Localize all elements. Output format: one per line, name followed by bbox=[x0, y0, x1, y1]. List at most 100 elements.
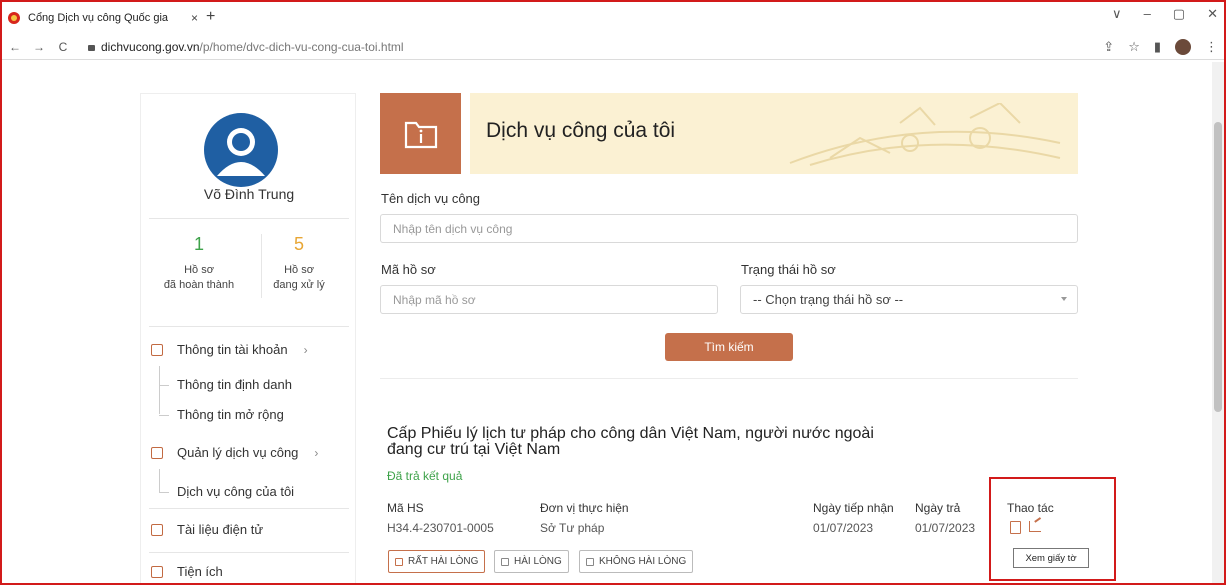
highlight-box bbox=[989, 477, 1116, 581]
stat-processing-label-1: Hồ sơ bbox=[284, 264, 314, 276]
service-name-label: Tên dịch vụ công bbox=[381, 191, 481, 206]
user-avatar-icon bbox=[204, 113, 278, 187]
col-header-returned: Ngày trả bbox=[915, 501, 961, 515]
sidepanel-icon[interactable]: ▮ bbox=[1154, 39, 1161, 55]
lock-icon bbox=[88, 44, 95, 51]
rating-satisfied-label: HÀI LÒNG bbox=[514, 556, 562, 567]
menu-account[interactable]: Thông tin tài khoản › bbox=[151, 342, 308, 357]
rating-unsatisfied-button[interactable]: KHÔNG HÀI LÒNG bbox=[579, 550, 694, 573]
divider bbox=[149, 218, 349, 219]
menu-documents-label: Tài liệu điện tử bbox=[177, 522, 264, 537]
bronze-drum-decoration-icon bbox=[789, 103, 1061, 166]
menu-services-label: Quản lý dịch vụ công bbox=[177, 445, 299, 460]
star-icon[interactable]: ☆ bbox=[1128, 39, 1140, 55]
user-name: Võ Đình Trung bbox=[203, 186, 295, 202]
thumbs-up-icon bbox=[501, 557, 509, 566]
toolbar-icons: ⇪ ☆ ▮ ⋮ bbox=[1103, 39, 1218, 55]
case-code-label: Mã hồ sơ bbox=[381, 262, 436, 277]
divider bbox=[380, 378, 1078, 379]
tab-search-icon[interactable]: ∨ bbox=[1112, 6, 1122, 22]
banner: Dịch vụ công của tôi bbox=[470, 93, 1078, 174]
thumbs-up-icon bbox=[395, 557, 403, 566]
case-received-value: 01/07/2023 bbox=[813, 521, 874, 535]
url-host: dichvucong.gov.vn bbox=[101, 39, 200, 54]
banner-icon-box bbox=[380, 93, 461, 174]
reload-icon[interactable]: C bbox=[54, 40, 72, 54]
stat-completed-label: Hồ sơ đã hoàn thành bbox=[149, 263, 249, 293]
chevron-right-icon: › bbox=[303, 342, 308, 357]
browser-tab[interactable]: Cổng Dịch vụ công Quốc gia × bbox=[8, 6, 198, 30]
case-unit-value: Sở Tư pháp bbox=[540, 521, 605, 535]
address-bar: ← → C dichvucong.gov.vn/p/home/dvc-dich-… bbox=[0, 34, 1226, 60]
menu-account-label: Thông tin tài khoản bbox=[177, 342, 288, 357]
tab-title: Cổng Dịch vụ công Quốc gia bbox=[28, 12, 169, 24]
status-label: Trạng thái hồ sơ bbox=[741, 262, 836, 277]
menu-utilities[interactable]: Tiện ích bbox=[151, 564, 223, 579]
thumbs-down-icon bbox=[586, 557, 594, 566]
rating-unsatisfied-label: KHÔNG HÀI LÒNG bbox=[599, 556, 687, 567]
case-returned-value: 01/07/2023 bbox=[915, 521, 976, 535]
status-select[interactable]: -- Chọn trạng thái hồ sơ -- bbox=[740, 285, 1078, 314]
case-status: Đã trả kết quả bbox=[387, 469, 463, 483]
page-title: Dịch vụ công của tôi bbox=[486, 119, 676, 142]
tree-dash bbox=[159, 385, 169, 386]
rating-satisfied-button[interactable]: HÀI LÒNG bbox=[494, 550, 569, 573]
stat-completed-label-1: Hồ sơ bbox=[184, 264, 214, 276]
stat-completed-value: 1 bbox=[193, 234, 204, 254]
url-field[interactable]: dichvucong.gov.vn/p/home/dvc-dich-vu-con… bbox=[88, 40, 404, 54]
stat-processing-value: 5 bbox=[293, 234, 304, 254]
case-code-value: H34.4-230701-0005 bbox=[387, 521, 494, 535]
stat-completed-label-2: đã hoàn thành bbox=[163, 279, 235, 291]
stat-processing-label: Hồ sơ đang xử lý bbox=[249, 263, 349, 293]
col-header-unit: Đơn vị thực hiện bbox=[540, 501, 629, 515]
stat-processing[interactable]: 5 Hồ sơ đang xử lý bbox=[249, 234, 349, 293]
utilities-icon bbox=[151, 565, 163, 578]
back-icon[interactable]: ← bbox=[6, 40, 24, 54]
search-button[interactable]: Tìm kiếm bbox=[665, 333, 793, 361]
tree-dash bbox=[159, 492, 169, 493]
url-path: /p/home/dvc-dich-vu-cong-cua-toi.html bbox=[199, 39, 404, 54]
menu-kebab-icon[interactable]: ⋮ bbox=[1205, 39, 1218, 55]
case-title[interactable]: Cấp Phiếu lý lịch tư pháp cho công dân V… bbox=[387, 426, 887, 458]
rating-very-satisfied-button[interactable]: RẤT HÀI LÒNG bbox=[388, 550, 486, 573]
stat-completed[interactable]: 1 Hồ sơ đã hoàn thành bbox=[149, 234, 249, 293]
divider bbox=[149, 552, 349, 553]
stat-processing-label-2: đang xử lý bbox=[273, 279, 325, 291]
menu-my-services[interactable]: Dịch vụ công của tôi bbox=[177, 484, 294, 499]
new-tab-button[interactable]: + bbox=[206, 8, 215, 26]
profile-avatar-icon[interactable] bbox=[1175, 39, 1191, 55]
col-header-received: Ngày tiếp nhận bbox=[813, 501, 894, 515]
menu-documents[interactable]: Tài liệu điện tử bbox=[151, 522, 263, 537]
menu-services[interactable]: Quản lý dịch vụ công › bbox=[151, 445, 318, 460]
divider bbox=[149, 326, 349, 327]
dropdown-arrow-icon bbox=[1061, 297, 1067, 301]
tree-line bbox=[159, 469, 160, 493]
id-card-icon bbox=[151, 343, 163, 356]
case-code-input[interactable]: Nhập mã hồ sơ bbox=[380, 285, 718, 314]
folder-info-icon bbox=[404, 121, 437, 148]
col-header-code: Mã HS bbox=[387, 501, 424, 515]
minimize-button[interactable]: – bbox=[1144, 6, 1151, 22]
status-select-value: -- Chọn trạng thái hồ sơ -- bbox=[753, 292, 904, 307]
favicon-icon bbox=[8, 12, 20, 24]
rating-very-satisfied-label: RẤT HÀI LÒNG bbox=[408, 556, 479, 567]
restore-button[interactable]: ▢ bbox=[1173, 6, 1185, 22]
scroll-thumb[interactable] bbox=[1214, 122, 1222, 412]
forward-icon[interactable]: → bbox=[30, 40, 48, 54]
service-name-input[interactable]: Nhập tên dịch vụ công bbox=[380, 214, 1078, 243]
sidebar: Võ Đình Trung 1 Hồ sơ đã hoàn thành 5 Hồ… bbox=[140, 93, 356, 585]
menu-extended-info[interactable]: Thông tin mở rộng bbox=[177, 407, 284, 422]
tree-line bbox=[159, 366, 160, 414]
scrollbar[interactable] bbox=[1212, 62, 1224, 585]
menu-identity-info[interactable]: Thông tin định danh bbox=[177, 377, 292, 392]
folder-icon bbox=[151, 446, 163, 459]
chevron-right-icon: › bbox=[314, 445, 319, 460]
tree-dash bbox=[159, 415, 169, 416]
close-window-button[interactable]: ✕ bbox=[1207, 6, 1218, 22]
document-icon bbox=[151, 523, 163, 536]
menu-utilities-label: Tiện ích bbox=[177, 564, 223, 579]
tab-strip: Cổng Dịch vụ công Quốc gia × + ∨ – ▢ ✕ bbox=[0, 0, 1226, 34]
tab-close-icon[interactable]: × bbox=[191, 11, 198, 25]
divider bbox=[149, 508, 349, 509]
share-icon[interactable]: ⇪ bbox=[1103, 39, 1114, 55]
